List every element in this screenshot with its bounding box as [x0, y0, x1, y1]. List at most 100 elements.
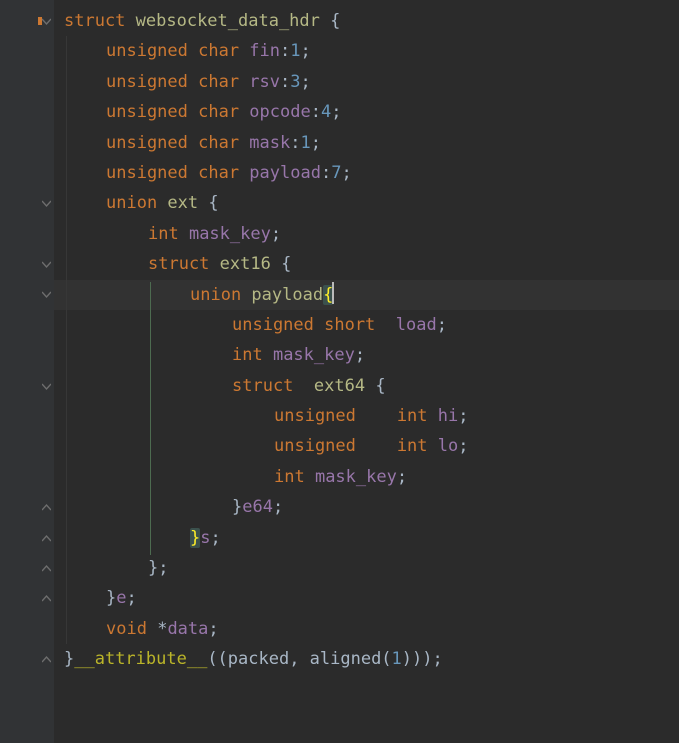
token-punc: :	[280, 72, 290, 92]
token-punc: ;	[458, 436, 468, 456]
indent-guide	[66, 36, 67, 644]
code-line[interactable]: struct websocket_data_hdr {	[54, 6, 679, 36]
code-line[interactable]: unsigned short load;	[54, 310, 679, 340]
token-kw: unsigned char	[106, 41, 249, 61]
token-punc: ;	[311, 133, 321, 153]
token-field: mask_key	[315, 467, 397, 487]
token-num: 3	[290, 72, 300, 92]
code-line[interactable]: int mask_key;	[54, 219, 679, 249]
token-num: 7	[331, 163, 341, 183]
code-line[interactable]: }__attribute__((packed, aligned(1)));	[54, 644, 679, 674]
token-punc: ;	[397, 467, 407, 487]
token-kw: struct	[64, 11, 136, 31]
code-line[interactable]: };	[54, 553, 679, 583]
token-kw: int	[232, 345, 273, 365]
code-line[interactable]: int mask_key;	[54, 340, 679, 370]
token-punc: ;	[301, 41, 311, 61]
token-field: hi	[438, 406, 458, 426]
fold-open-icon[interactable]	[42, 290, 51, 299]
code-line[interactable]: }s;	[54, 523, 679, 553]
fold-close-icon[interactable]	[42, 655, 51, 664]
token-field: lo	[438, 436, 458, 456]
token-punc: :	[321, 163, 331, 183]
fold-close-icon[interactable]	[42, 594, 51, 603]
token-kw: unsigned int	[274, 406, 438, 426]
code-line[interactable]: }e;	[54, 583, 679, 613]
fold-open-icon[interactable]	[42, 199, 51, 208]
token-punc: ;	[127, 588, 137, 608]
fold-open-icon[interactable]	[42, 382, 51, 391]
code-line[interactable]: struct ext64 {	[54, 371, 679, 401]
code-line[interactable]: unsigned int hi;	[54, 401, 679, 431]
fold-close-icon[interactable]	[42, 503, 51, 512]
token-kw: struct	[232, 376, 314, 396]
token-field: e	[116, 588, 126, 608]
token-kw: void	[106, 619, 157, 639]
token-punc: ((packed, aligned(	[207, 649, 391, 669]
token-punc: ;	[271, 224, 281, 244]
token-field: rsv	[249, 72, 280, 92]
fold-close-icon[interactable]	[42, 534, 51, 543]
token-kw: struct	[148, 254, 220, 274]
token-punc: :	[290, 133, 300, 153]
code-line[interactable]: unsigned char payload:7;	[54, 158, 679, 188]
token-punc: ;	[331, 102, 341, 122]
token-kw: union	[190, 285, 251, 305]
token-punc: }	[106, 588, 116, 608]
token-typename: ext64	[314, 376, 375, 396]
token-field: load	[396, 315, 437, 335]
token-punc: *	[157, 619, 167, 639]
fold-close-icon[interactable]	[42, 564, 51, 573]
token-field: mask_key	[273, 345, 355, 365]
token-field: e64	[242, 497, 273, 517]
token-num: 1	[392, 649, 402, 669]
code-line[interactable]: unsigned char mask:1;	[54, 128, 679, 158]
token-field: fin	[249, 41, 280, 61]
code-line[interactable]: int mask_key;	[54, 462, 679, 492]
code-line[interactable]: }e64;	[54, 492, 679, 522]
token-kw: int	[148, 224, 189, 244]
fold-open-icon[interactable]	[42, 17, 51, 26]
token-punc: ;	[273, 497, 283, 517]
gutter	[0, 0, 54, 743]
token-punc: :	[280, 41, 290, 61]
token-field: mask	[249, 133, 290, 153]
token-punc: }	[232, 497, 242, 517]
token-kw: unsigned int	[274, 436, 438, 456]
token-punc: :	[311, 102, 321, 122]
code-line[interactable]: unsigned char rsv:3;	[54, 67, 679, 97]
code-line[interactable]: void *data;	[54, 614, 679, 644]
code-line[interactable]: union payload{	[54, 280, 679, 310]
token-typename: payload	[251, 285, 323, 305]
token-num: 4	[321, 102, 331, 122]
token-punc: ;	[355, 345, 365, 365]
token-kw: int	[274, 467, 315, 487]
token-kw: unsigned char	[106, 102, 249, 122]
token-field: s	[200, 528, 210, 548]
token-punc: ;	[208, 619, 218, 639]
token-punc: {	[375, 376, 385, 396]
code-area[interactable]: struct websocket_data_hdr {unsigned char…	[54, 6, 679, 675]
token-num: 1	[290, 41, 300, 61]
token-typename: ext	[167, 193, 208, 213]
token-punc: {	[330, 11, 340, 31]
token-brace-match: }	[190, 528, 200, 548]
code-line[interactable]: unsigned char opcode:4;	[54, 97, 679, 127]
token-punc: )));	[402, 649, 443, 669]
token-punc: }	[64, 649, 74, 669]
code-line[interactable]: unsigned int lo;	[54, 431, 679, 461]
code-line[interactable]: union ext {	[54, 188, 679, 218]
token-pre: __attribute__	[74, 649, 207, 669]
token-punc: ;	[341, 163, 351, 183]
token-punc: ;	[458, 406, 468, 426]
code-editor[interactable]: struct websocket_data_hdr {unsigned char…	[0, 0, 679, 743]
token-kw: unsigned char	[106, 163, 249, 183]
code-line[interactable]: unsigned char fin:1;	[54, 36, 679, 66]
token-kw: unsigned char	[106, 133, 249, 153]
code-line[interactable]: struct ext16 {	[54, 249, 679, 279]
bookmark-icon[interactable]	[38, 17, 42, 25]
token-field: payload	[249, 163, 321, 183]
token-field: data	[167, 619, 208, 639]
token-typename: websocket_data_hdr	[136, 11, 330, 31]
fold-open-icon[interactable]	[42, 260, 51, 269]
